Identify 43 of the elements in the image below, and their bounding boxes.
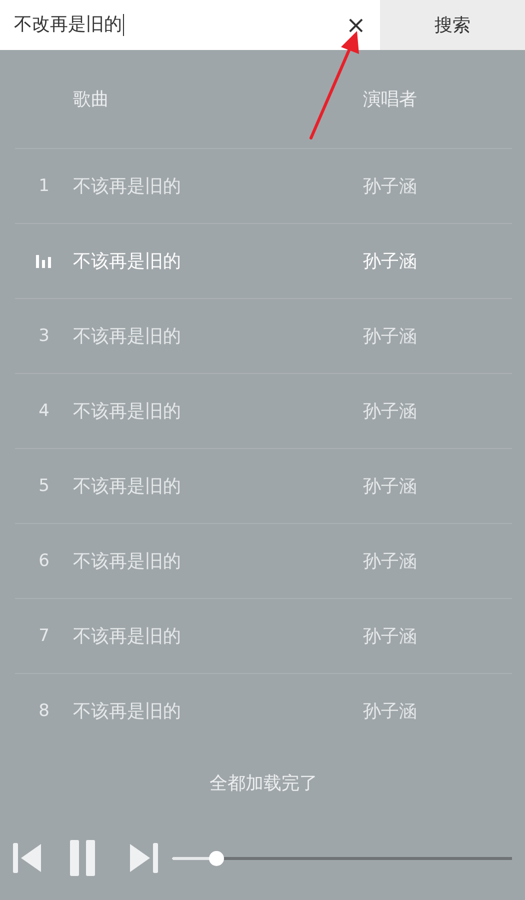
artist-name: 孙子涵 [363,625,417,648]
song-title: 不该再是旧的 [73,250,182,273]
search-button[interactable]: 搜索 [380,0,525,50]
song-title: 不该再是旧的 [73,175,182,198]
artist-name: 孙子涵 [363,550,417,573]
next-button[interactable] [129,842,158,874]
row-number: 7 [38,626,50,646]
load-complete-text: 全都加载完了 [210,772,318,795]
song-row[interactable]: 8 不该再是旧的 孙子涵 [15,674,512,748]
song-row[interactable]: 7 不该再是旧的 孙子涵 [15,599,512,674]
row-number: 8 [38,701,50,721]
row-number: 3 [38,326,50,346]
song-title: 不该再是旧的 [73,550,182,573]
song-title: 不该再是旧的 [73,400,182,423]
song-row[interactable]: 4 不该再是旧的 孙子涵 [15,374,512,449]
column-header: 歌曲 [73,88,110,111]
row-number: 1 [38,176,50,196]
progress-handle[interactable] [209,850,224,866]
song-title: 不该再是旧的 [73,625,182,648]
song-row[interactable]: 5 不该再是旧的 孙子涵 [15,449,512,524]
artist-name: 孙子涵 [363,175,417,198]
artist-name: 孙子涵 [363,400,417,423]
song-row[interactable]: 6 不该再是旧的 孙子涵 [15,524,512,599]
previous-button[interactable] [13,842,42,874]
search-text: 不改再是旧的 [14,14,124,36]
search-field[interactable]: 不改再是旧的 × [0,0,380,50]
equalizer-icon [36,254,52,268]
song-title: 不该再是旧的 [73,700,182,723]
song-row[interactable]: 不该再是旧的 孙子涵 [15,224,512,299]
column-header: 演唱者 [363,88,417,111]
song-row[interactable]: 1 不该再是旧的 孙子涵 [15,149,512,224]
artist-name: 孙子涵 [363,250,417,273]
artist-name: 孙子涵 [363,325,417,348]
artist-name: 孙子涵 [363,700,417,723]
row-number: 4 [38,401,50,421]
clear-button[interactable]: × [344,11,368,39]
song-title: 不该再是旧的 [73,475,182,498]
row-number: 5 [38,476,50,496]
artist-name: 孙子涵 [363,475,417,498]
song-title: 不该再是旧的 [73,325,182,348]
song-row[interactable]: 3 不该再是旧的 孙子涵 [15,299,512,374]
row-number: 6 [38,551,50,571]
pause-button[interactable] [70,840,96,876]
